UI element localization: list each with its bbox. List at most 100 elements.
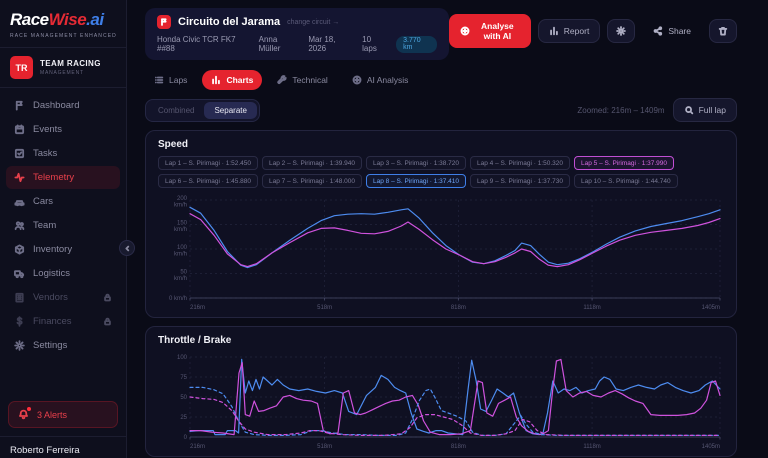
sidebar-item-label: Dashboard bbox=[33, 100, 79, 111]
lap-selector: Lap 1 – S. Pirimagi · 1:52.450 Lap 2 – S.… bbox=[158, 156, 724, 188]
svg-text:50km/h: 50km/h bbox=[174, 270, 188, 283]
car-label: Honda Civic TCR FK7 ##88 bbox=[157, 35, 249, 53]
flag-icon bbox=[14, 100, 25, 111]
sidebar-item[interactable]: Events bbox=[6, 118, 120, 141]
report-button[interactable]: Report bbox=[538, 19, 601, 43]
svg-text:518m: 518m bbox=[317, 444, 332, 450]
list-icon bbox=[154, 75, 164, 85]
truck-icon bbox=[14, 268, 25, 279]
tab[interactable]: Laps bbox=[145, 70, 196, 90]
settings-button[interactable] bbox=[607, 19, 635, 43]
gear-icon bbox=[14, 340, 25, 351]
distance-badge: 3.770 km bbox=[396, 36, 437, 53]
brand-logo: RaceWise.ai RACE MANAGEMENT ENHANCED bbox=[0, 0, 126, 47]
check-square-icon bbox=[14, 148, 25, 159]
delete-button[interactable] bbox=[709, 19, 737, 43]
driver-label: Anna Müller bbox=[259, 35, 299, 53]
header-actions: Analyse with AI Report Share bbox=[449, 14, 737, 48]
change-circuit-link[interactable]: change circuit → bbox=[287, 19, 339, 26]
sidebar-item[interactable]: Dashboard bbox=[6, 94, 120, 117]
alerts-button[interactable]: 3 Alerts bbox=[8, 401, 118, 428]
main-content: Circuito del Jarama change circuit → Hon… bbox=[127, 0, 768, 458]
sidebar-item[interactable]: Inventory bbox=[6, 238, 120, 261]
car-icon bbox=[14, 196, 25, 207]
svg-text:1118m: 1118m bbox=[583, 444, 600, 450]
sidebar-item[interactable]: Vendors bbox=[6, 286, 120, 309]
share-button[interactable]: Share bbox=[642, 19, 702, 43]
logo-text: RaceWise.ai bbox=[10, 10, 116, 30]
lock-icon bbox=[103, 293, 112, 302]
svg-text:200km/h: 200km/h bbox=[174, 196, 188, 209]
lap-count-label: 10 laps bbox=[362, 35, 386, 53]
users-icon bbox=[14, 220, 25, 231]
toggle-separate[interactable]: Separate bbox=[204, 102, 256, 119]
tab[interactable]: Charts bbox=[202, 70, 262, 90]
svg-text:75: 75 bbox=[180, 375, 187, 381]
tab[interactable]: Technical bbox=[268, 70, 336, 90]
svg-text:0 km/h: 0 km/h bbox=[169, 296, 187, 302]
svg-text:216m: 216m bbox=[190, 305, 205, 311]
lap-toggle-button[interactable]: Lap 1 – S. Pirimagi · 1:52.450 bbox=[158, 156, 258, 170]
activity-icon bbox=[14, 172, 25, 183]
session-header-card: Circuito del Jarama change circuit → Hon… bbox=[145, 8, 449, 60]
team-switcher[interactable]: TR TEAM RACING MANAGEMENT bbox=[0, 47, 126, 88]
tab-label: Technical bbox=[292, 75, 327, 85]
speed-chart: 200km/h150km/h100km/h50km/h0 km/h216m518… bbox=[158, 195, 724, 311]
svg-text:0: 0 bbox=[184, 435, 188, 441]
svg-text:818m: 818m bbox=[451, 444, 466, 450]
throttle-brake-title: Throttle / Brake bbox=[158, 335, 724, 346]
ai-icon bbox=[460, 26, 470, 36]
circuit-name: Circuito del Jarama bbox=[178, 16, 280, 28]
dollar-icon bbox=[14, 316, 25, 327]
user-name: Roberto Ferreira bbox=[10, 445, 116, 456]
tab-label: AI Analysis bbox=[367, 75, 409, 85]
ai-icon bbox=[352, 75, 362, 85]
tab-label: Charts bbox=[226, 75, 253, 85]
circuit-icon bbox=[157, 15, 171, 29]
lap-toggle-button[interactable]: Lap 7 – S. Pirimagi · 1:48.000 bbox=[262, 174, 362, 188]
lap-toggle-button[interactable]: Lap 6 – S. Pirimagi · 1:45.880 bbox=[158, 174, 258, 188]
sidebar-item[interactable]: Settings bbox=[6, 334, 120, 357]
sidebar-collapse-button[interactable] bbox=[119, 240, 135, 256]
svg-text:25: 25 bbox=[180, 415, 187, 421]
sidebar-item[interactable]: Telemetry bbox=[6, 166, 120, 189]
lap-toggle-button[interactable]: Lap 2 – S. Pirimagi · 1:39.940 bbox=[262, 156, 362, 170]
sidebar-item[interactable]: Tasks bbox=[6, 142, 120, 165]
analyse-with-ai-button[interactable]: Analyse with AI bbox=[449, 14, 531, 48]
sidebar-item-label: Team bbox=[33, 220, 56, 231]
user-menu[interactable]: Roberto Ferreira bbox=[0, 436, 126, 458]
bar-chart-icon bbox=[211, 75, 221, 85]
wrench-icon bbox=[277, 75, 287, 85]
sidebar-item-label: Finances bbox=[33, 316, 72, 327]
sidebar-item[interactable]: Finances bbox=[6, 310, 120, 333]
trash-icon bbox=[718, 26, 728, 36]
chevron-left-icon bbox=[123, 244, 132, 253]
svg-text:216m: 216m bbox=[190, 444, 205, 450]
svg-text:818m: 818m bbox=[451, 305, 466, 311]
lap-toggle-button[interactable]: Lap 9 – S. Pirimagi · 1:37.730 bbox=[470, 174, 570, 188]
tab[interactable]: AI Analysis bbox=[343, 70, 418, 90]
sidebar-item[interactable]: Cars bbox=[6, 190, 120, 213]
throttle-brake-panel: Throttle / Brake 1007550250216m518m818m1… bbox=[145, 326, 737, 457]
svg-text:1405m: 1405m bbox=[702, 305, 720, 311]
sidebar-item-label: Inventory bbox=[33, 244, 72, 255]
lap-toggle-button[interactable]: Lap 8 – S. Pirimagi · 1:37.410 bbox=[366, 174, 466, 188]
gear-icon bbox=[616, 26, 626, 36]
lap-toggle-button[interactable]: Lap 4 – S. Pirimagi · 1:50.320 bbox=[470, 156, 570, 170]
svg-text:1118m: 1118m bbox=[583, 305, 600, 311]
toggle-combined[interactable]: Combined bbox=[148, 102, 204, 119]
sidebar-item[interactable]: Logistics bbox=[6, 262, 120, 285]
speed-panel-title: Speed bbox=[158, 139, 724, 150]
report-icon bbox=[549, 26, 559, 36]
team-subtitle: MANAGEMENT bbox=[40, 70, 101, 76]
speed-panel: Speed Lap 1 – S. Pirimagi · 1:52.450Lap … bbox=[145, 130, 737, 318]
lap-toggle-button[interactable]: Lap 3 – S. Pirimagi · 1:38.720 bbox=[366, 156, 466, 170]
sidebar-item-label: Telemetry bbox=[33, 172, 74, 183]
lap-toggle-button[interactable]: Lap 10 – S. Pirimagi · 1:44.740 bbox=[574, 174, 678, 188]
full-lap-button[interactable]: Full lap bbox=[673, 98, 737, 122]
sidebar-item[interactable]: Team bbox=[6, 214, 120, 237]
alerts-label: 3 Alerts bbox=[37, 410, 67, 420]
calendar-icon bbox=[14, 124, 25, 135]
lap-toggle-button[interactable]: Lap 5 – S. Pirimagi · 1:37.990 bbox=[574, 156, 674, 170]
sidebar-item-label: Settings bbox=[33, 340, 67, 351]
